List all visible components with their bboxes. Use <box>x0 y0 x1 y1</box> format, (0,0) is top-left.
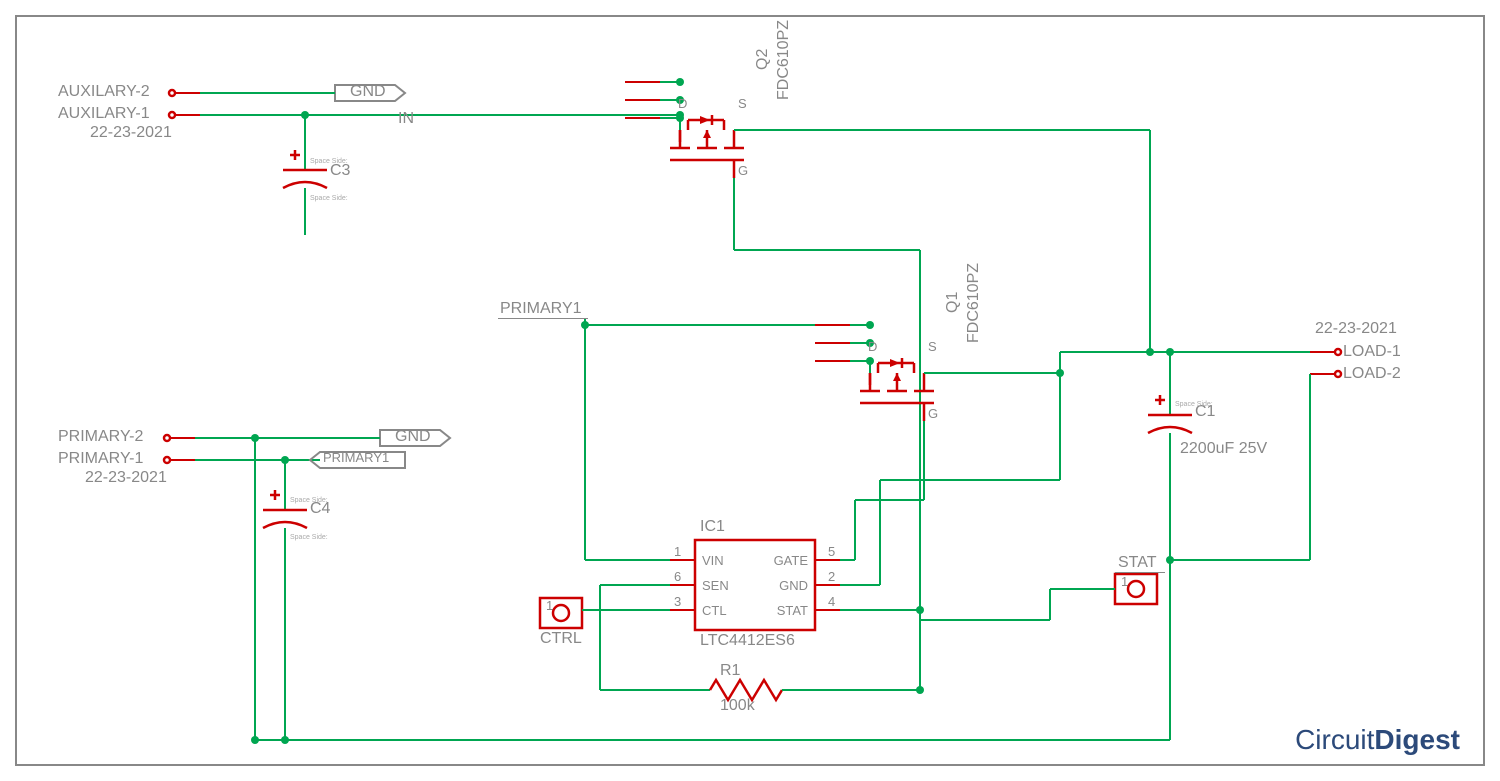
q1-d: D <box>868 339 877 354</box>
ic-pin-gnd-name: GND <box>779 578 808 593</box>
net-underline <box>498 318 588 319</box>
ic-pin-sen-name: SEN <box>702 578 729 593</box>
gnd-tag-aux: GND <box>350 83 386 101</box>
circuitdigest-logo: CircuitDigest <box>1295 724 1460 756</box>
aux-date: 22-23-2021 <box>90 124 172 142</box>
primary1-net: PRIMARY1 <box>500 300 582 318</box>
pri1-label: PRIMARY-1 <box>58 450 143 468</box>
schematic-svg: 1 6 3 5 2 4 VIN SEN CTL GATE GND STAT 1 … <box>0 0 1500 781</box>
gnd-tag-pri: GND <box>395 428 431 446</box>
ic-pin-stat-name: STAT <box>777 603 808 618</box>
c1-spacer: Space Side: <box>1175 401 1213 408</box>
c3-spacer: Space Side: <box>310 158 348 165</box>
ctrl-label: CTRL <box>540 630 582 648</box>
stat-underline <box>1115 572 1165 573</box>
c3-spacer2: Space Side: <box>310 195 348 202</box>
ic-pin-3-num: 3 <box>674 594 681 609</box>
stat-net: STAT <box>1118 554 1157 572</box>
logo-circuit: Circuit <box>1295 724 1374 755</box>
ic-pin-5-num: 5 <box>828 544 835 559</box>
ic1-ref: IC1 <box>700 518 725 536</box>
q2-ref: Q2 <box>754 49 772 70</box>
pri-date: 22-23-2021 <box>85 469 167 487</box>
q1-g: G <box>928 406 938 421</box>
ic-pin-vin-name: VIN <box>702 553 724 568</box>
ic-pin-4-num: 4 <box>828 594 835 609</box>
c4-spacer: Space Side: <box>290 497 328 504</box>
stat-pad-pin: 1 <box>1121 574 1128 589</box>
pri2-label: PRIMARY-2 <box>58 428 143 446</box>
q1-ref: Q1 <box>944 292 962 313</box>
aux1-label: AUXILARY-1 <box>58 105 150 123</box>
q1-mosfet <box>860 358 934 421</box>
q2-part: FDC610PZ <box>775 20 793 100</box>
primary1-tag: PRIMARY1 <box>323 450 389 465</box>
load1-label: LOAD-1 <box>1343 343 1401 361</box>
ic-pin-2-num: 2 <box>828 569 835 584</box>
c1-val: 2200uF 25V <box>1180 440 1267 458</box>
logo-digest: Digest <box>1374 724 1460 755</box>
load2-label: LOAD-2 <box>1343 365 1401 383</box>
in-net-label: IN <box>398 110 414 128</box>
ic-pin-6-num: 6 <box>674 569 681 584</box>
r1-val: 100k <box>720 697 755 715</box>
ic-pin-1-num: 1 <box>674 544 681 559</box>
r1-ref: R1 <box>720 662 740 680</box>
ic-pin-ctl-name: CTL <box>702 603 727 618</box>
c4-spacer2: Space Side: <box>290 534 328 541</box>
q1-s: S <box>928 339 937 354</box>
q2-mosfet <box>670 115 744 250</box>
load-date: 22-23-2021 <box>1315 320 1397 338</box>
ic1-part: LTC4412ES6 <box>700 632 795 650</box>
q2-g: G <box>738 163 748 178</box>
q2-d: D <box>678 96 687 111</box>
aux2-label: AUXILARY-2 <box>58 83 150 101</box>
schematic-canvas: 1 6 3 5 2 4 VIN SEN CTL GATE GND STAT 1 … <box>0 0 1500 781</box>
ic-pin-gate-name: GATE <box>774 553 809 568</box>
q2-s: S <box>738 96 747 111</box>
q1-part: FDC610PZ <box>965 263 983 343</box>
ctrl-pad-pin: 1 <box>546 598 553 613</box>
